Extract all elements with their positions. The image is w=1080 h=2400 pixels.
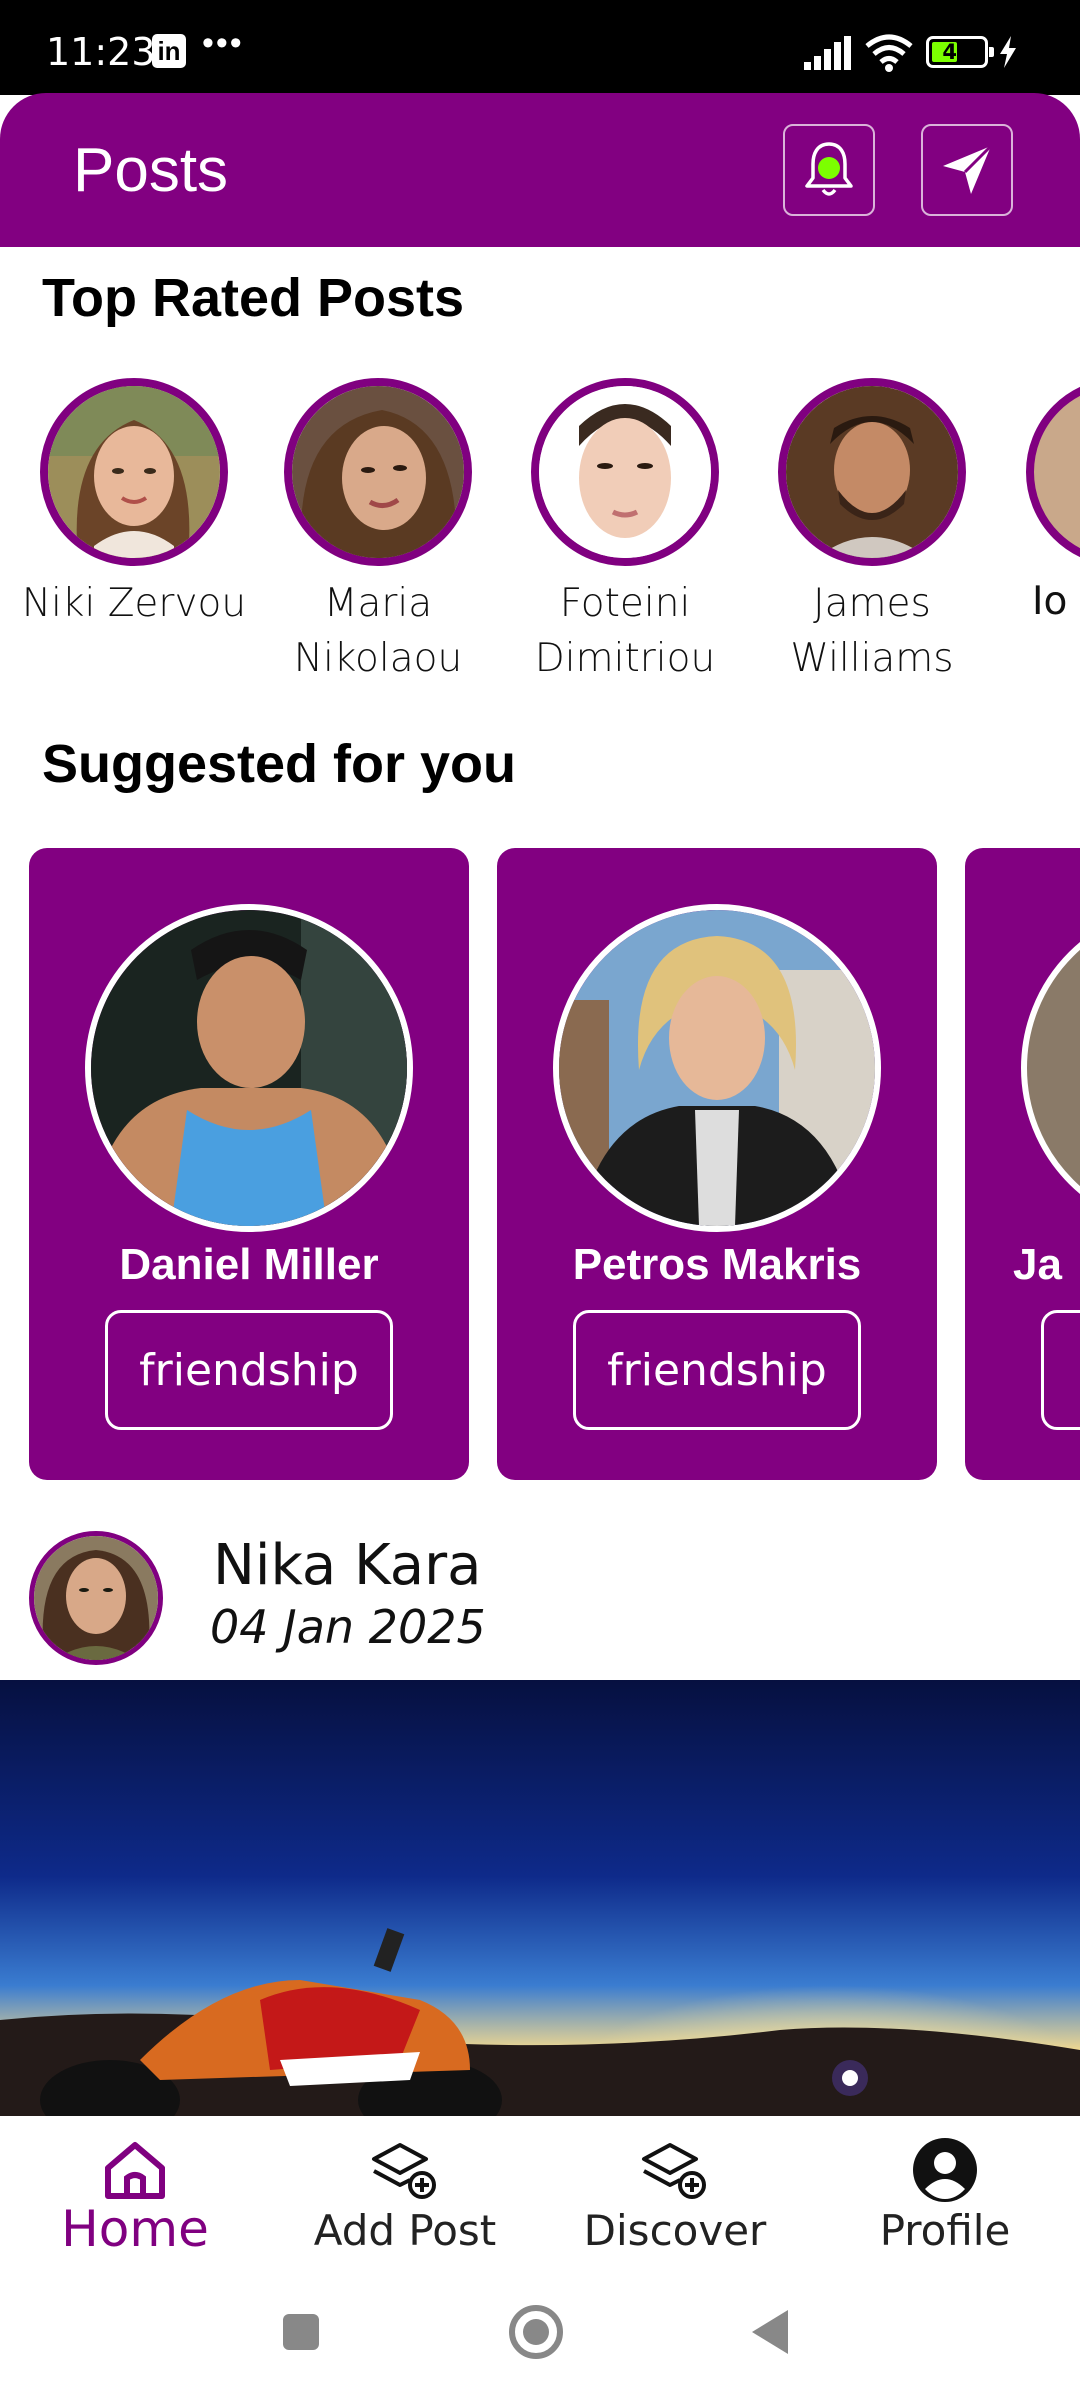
friendship-button[interactable]: friendship bbox=[105, 1310, 393, 1430]
top-rated-name: Io bbox=[1032, 579, 1068, 618]
home-button-icon[interactable] bbox=[508, 2304, 564, 2360]
suggested-photo bbox=[553, 904, 881, 1232]
nav-home[interactable]: Home bbox=[0, 2134, 270, 2258]
status-time: 11:23 bbox=[46, 30, 156, 74]
bottom-navigation: Home Add Post Discover Profile bbox=[0, 2116, 1080, 2282]
suggested-photo bbox=[1021, 904, 1080, 1232]
nav-home-label: Home bbox=[61, 2200, 209, 2258]
top-rated-name: Niki Zervou bbox=[21, 581, 247, 626]
nav-profile[interactable]: Profile bbox=[810, 2134, 1080, 2255]
avatar bbox=[531, 378, 719, 566]
battery-icon: 49 bbox=[926, 36, 994, 68]
nav-discover-label: Discover bbox=[583, 2206, 767, 2255]
avatar bbox=[40, 378, 228, 566]
status-bar: 11:23 in ••• 49 bbox=[0, 0, 1080, 95]
home-icon bbox=[105, 2142, 165, 2199]
suggested-card[interactable]: Petros Makris friendship bbox=[497, 848, 937, 1480]
add-post-icon bbox=[372, 2143, 436, 2199]
avatar bbox=[1026, 378, 1080, 566]
messages-button[interactable] bbox=[921, 124, 1013, 216]
post-author-name[interactable]: Nika Kara bbox=[213, 1533, 481, 1598]
charging-icon bbox=[1000, 36, 1016, 68]
back-icon[interactable] bbox=[750, 2308, 790, 2356]
nav-add-post[interactable]: Add Post bbox=[270, 2134, 540, 2255]
app-bar: Posts bbox=[0, 93, 1080, 247]
top-rated-name: Maria Nikolaou bbox=[293, 581, 463, 681]
friendship-button[interactable] bbox=[1041, 1310, 1080, 1430]
top-rated-name: Foteini Dimitriou bbox=[534, 581, 716, 681]
post-image[interactable] bbox=[0, 1680, 1080, 2116]
linkedin-icon: in bbox=[152, 34, 186, 68]
avatar bbox=[778, 378, 966, 566]
suggested-name: Petros Makris bbox=[572, 1240, 862, 1289]
suggested-card[interactable]: Daniel Miller friendship bbox=[29, 848, 469, 1480]
recents-icon[interactable] bbox=[281, 2312, 321, 2352]
post-date: 04 Jan 2025 bbox=[210, 1600, 486, 1654]
page-title: Posts bbox=[73, 136, 229, 205]
top-rated-title: Top Rated Posts bbox=[42, 268, 465, 328]
top-rated-user[interactable]: Niki Zervou bbox=[14, 378, 254, 631]
nav-discover[interactable]: Discover bbox=[540, 2134, 810, 2255]
profile-icon bbox=[913, 2138, 977, 2202]
notifications-button[interactable] bbox=[783, 124, 875, 216]
suggested-name: Ja bbox=[1013, 1240, 1062, 1289]
friendship-button[interactable]: friendship bbox=[573, 1310, 861, 1430]
battery-level: 49 bbox=[942, 40, 972, 64]
top-rated-user[interactable]: Io bbox=[1026, 378, 1080, 618]
suggested-card[interactable]: Ja bbox=[965, 848, 1080, 1480]
more-notifications-icon: ••• bbox=[202, 24, 244, 62]
suggested-photo bbox=[85, 904, 413, 1232]
post-author-avatar[interactable] bbox=[29, 1531, 163, 1665]
top-rated-user[interactable]: Foteini Dimitriou bbox=[505, 378, 745, 686]
nav-add-post-label: Add Post bbox=[313, 2206, 497, 2255]
system-navigation bbox=[0, 2282, 1080, 2400]
bell-icon bbox=[805, 142, 853, 196]
top-rated-name: James Williams bbox=[790, 581, 954, 681]
avatar bbox=[284, 378, 472, 566]
discover-icon bbox=[642, 2143, 706, 2199]
nav-profile-label: Profile bbox=[879, 2206, 1011, 2255]
signal-icon bbox=[804, 36, 851, 70]
send-icon bbox=[943, 144, 993, 194]
top-rated-user[interactable]: James Williams bbox=[752, 378, 992, 686]
top-rated-user[interactable]: Maria Nikolaou bbox=[258, 378, 498, 686]
wifi-icon bbox=[865, 34, 913, 72]
suggested-title: Suggested for you bbox=[42, 734, 517, 794]
suggested-name: Daniel Miller bbox=[119, 1240, 379, 1289]
